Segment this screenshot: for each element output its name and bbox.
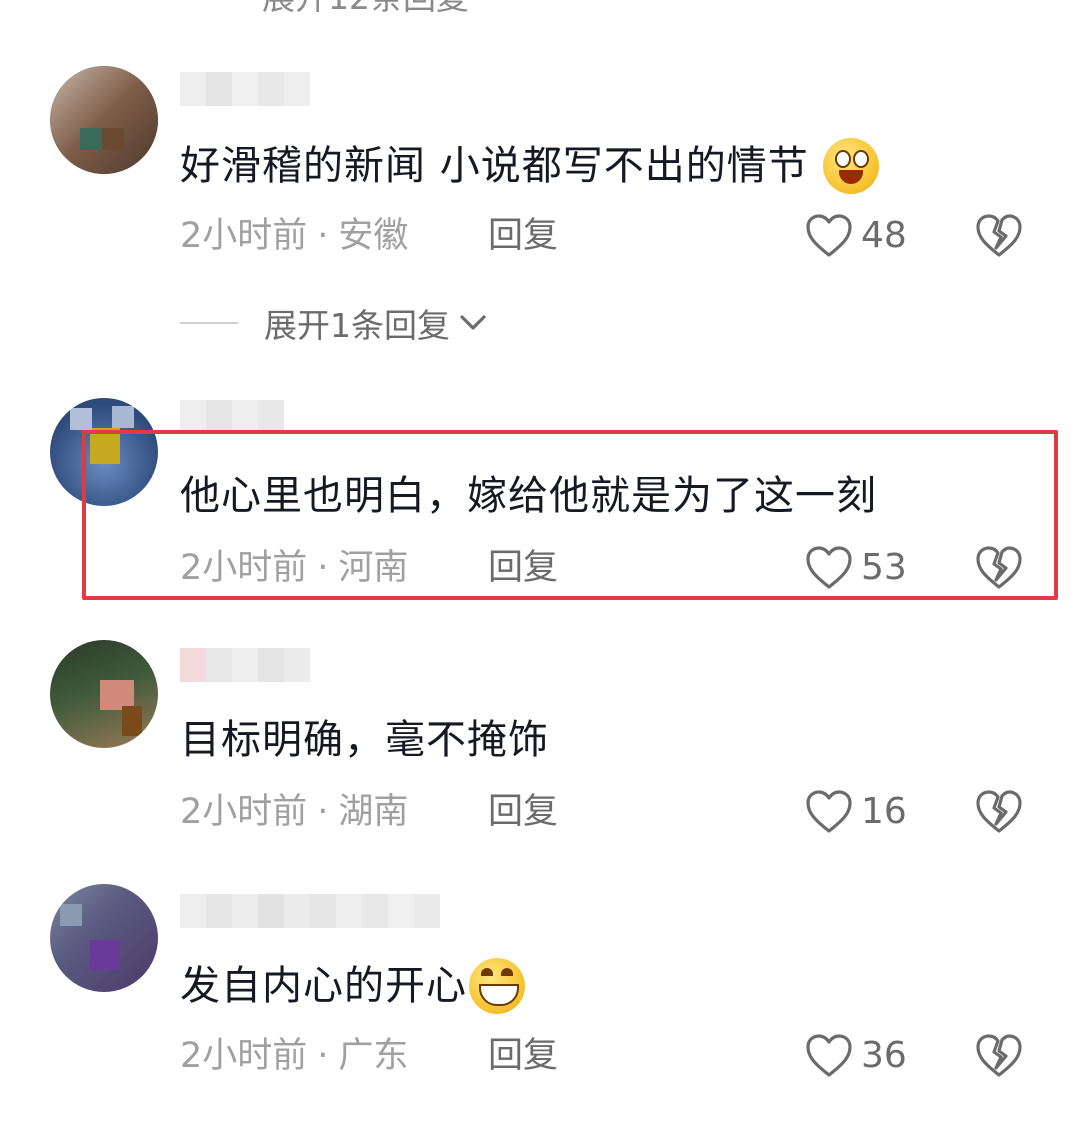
reply-button[interactable]: 回复 xyxy=(488,790,558,834)
like-count: 16 xyxy=(861,791,907,832)
reply-button[interactable]: 回复 xyxy=(488,214,558,258)
avatar[interactable] xyxy=(50,66,158,174)
divider xyxy=(180,322,238,324)
heart-icon xyxy=(806,1034,852,1077)
broken-heart-icon[interactable] xyxy=(974,212,1024,260)
comment-meta: 2小时前 · 湖南 xyxy=(180,792,409,832)
expand-replies[interactable]: 展开1条回复 xyxy=(180,300,488,346)
like-count: 48 xyxy=(861,215,907,256)
username-blurred[interactable] xyxy=(180,72,310,108)
comment-text: 目标明确，毫不掩饰 xyxy=(180,717,549,763)
comment-meta: 2小时前 · 安徽 xyxy=(180,216,409,256)
highlight-box xyxy=(82,430,1058,600)
like-button[interactable]: 16 xyxy=(805,787,907,837)
username-blurred[interactable] xyxy=(180,648,310,684)
grinning-emoji xyxy=(469,958,525,1014)
heart-icon xyxy=(806,214,852,257)
broken-heart-icon[interactable] xyxy=(974,788,1024,836)
expand-replies-label: 展开1条回复 xyxy=(264,306,450,345)
comment-meta: 2小时前 · 广东 xyxy=(180,1036,409,1076)
expand-replies-top[interactable]: 展开12条回复 xyxy=(262,0,469,18)
avatar[interactable] xyxy=(50,884,158,992)
like-button[interactable]: 48 xyxy=(805,211,907,261)
comment-text: 发自内心的开心 xyxy=(180,958,525,1014)
like-count: 36 xyxy=(861,1035,907,1076)
comment-text: 好滑稽的新闻 小说都写不出的情节 xyxy=(180,138,879,194)
username-blurred[interactable] xyxy=(180,894,440,930)
broken-heart-icon[interactable] xyxy=(974,1032,1024,1080)
like-button[interactable]: 36 xyxy=(805,1031,907,1081)
reply-button[interactable]: 回复 xyxy=(488,1034,558,1078)
heart-icon xyxy=(806,790,852,833)
avatar[interactable] xyxy=(50,640,158,748)
chevron-down-icon xyxy=(460,315,486,330)
crying-laughing-emoji xyxy=(822,138,879,194)
